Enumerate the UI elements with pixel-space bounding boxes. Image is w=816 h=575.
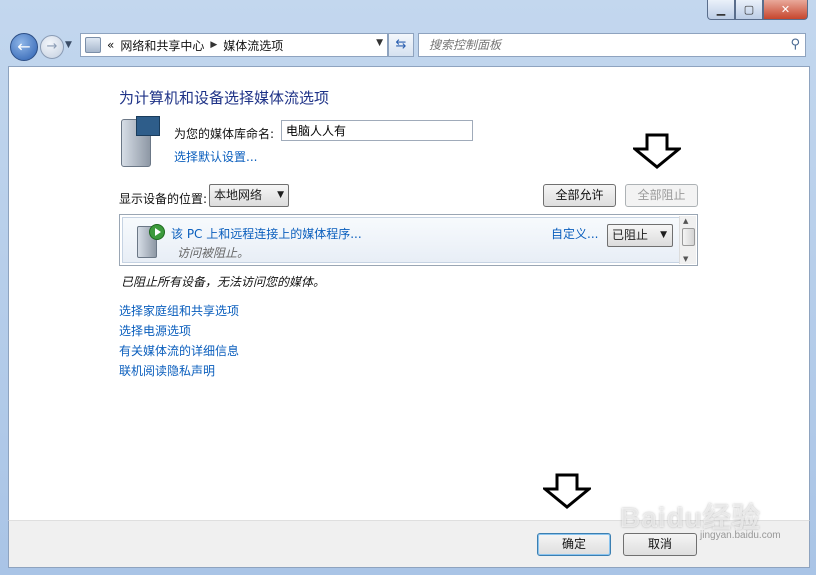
page-title: 为计算机和设备选择媒体流选项 xyxy=(119,89,330,107)
power-options-link[interactable]: 选择电源选项 xyxy=(119,321,239,341)
close-button[interactable]: ✕ xyxy=(763,0,808,20)
search-icon[interactable]: ⚲ xyxy=(790,37,800,52)
search-box[interactable]: ⚲ xyxy=(418,33,806,57)
device-status: 访问被阻止。 xyxy=(177,246,250,260)
chevron-down-icon: ▼ xyxy=(277,190,284,200)
location-label: 显示设备的位置: xyxy=(119,192,208,206)
breadcrumb-media-streaming[interactable]: 媒体流选项 xyxy=(223,37,283,54)
address-bar[interactable]: « 网络和共享中心 ▶ 媒体流选项 ▼ xyxy=(80,33,388,57)
media-streaming-info-link[interactable]: 有关媒体流的详细信息 xyxy=(119,341,239,361)
down-arrow-annotation-icon xyxy=(543,473,591,509)
breadcrumb-separator-icon[interactable]: ▶ xyxy=(210,40,217,50)
device-row[interactable]: 该 PC 上和远程连接上的媒体程序... 访问被阻止。 自定义... 已阻止 ▼ xyxy=(122,217,681,263)
library-name-input[interactable] xyxy=(281,120,473,141)
breadcrumb-prefix[interactable]: « xyxy=(107,38,114,52)
permission-select-value: 已阻止 xyxy=(612,228,649,242)
maximize-button[interactable]: ▢ xyxy=(735,0,763,20)
ok-button[interactable]: 确定 xyxy=(537,533,611,556)
customize-link[interactable]: 自定义... xyxy=(551,225,598,242)
blocked-notice: 已阻止所有设备，无法访问您的媒体。 xyxy=(121,275,326,289)
default-settings-link[interactable]: 选择默认设置... xyxy=(174,148,257,165)
privacy-statement-link[interactable]: 联机阅读隐私声明 xyxy=(119,361,239,381)
baidu-watermark-url: jingyan.baidu.com xyxy=(700,530,781,541)
block-all-button[interactable]: 全部阻止 xyxy=(625,184,698,207)
window: ▁ ▢ ✕ ← → ▼ « 网络和共享中心 ▶ 媒体流选项 ▼ ⇆ ⚲ 为计算机… xyxy=(0,0,816,575)
history-dropdown-icon[interactable]: ▼ xyxy=(65,40,72,50)
device-name-link[interactable]: 该 PC 上和远程连接上的媒体程序... xyxy=(171,225,362,242)
device-list-scrollbar[interactable]: ▲ ▼ xyxy=(679,216,696,264)
homegroup-sharing-link[interactable]: 选择家庭组和共享选项 xyxy=(119,301,239,321)
permission-select[interactable]: 已阻止 ▼ xyxy=(607,224,673,247)
library-name-label: 为您的媒体库命名: xyxy=(174,127,275,141)
refresh-icon[interactable]: ⇆ xyxy=(388,33,414,57)
related-links: 选择家庭组和共享选项 选择电源选项 有关媒体流的详细信息 联机阅读隐私声明 xyxy=(119,301,239,381)
caption-buttons: ▁ ▢ ✕ xyxy=(707,0,808,20)
location-select-value: 本地网络 xyxy=(214,188,263,202)
navigation-bar: ← → ▼ « 网络和共享中心 ▶ 媒体流选项 ▼ ⇆ ⚲ xyxy=(0,28,816,64)
device-list: 该 PC 上和远程连接上的媒体程序... 访问被阻止。 自定义... 已阻止 ▼… xyxy=(119,214,698,266)
forward-arrow-icon[interactable]: → xyxy=(40,35,64,59)
play-icon xyxy=(149,224,165,240)
address-dropdown-icon[interactable]: ▼ xyxy=(376,38,383,48)
minimize-button[interactable]: ▁ xyxy=(707,0,735,20)
down-arrow-annotation-icon xyxy=(633,133,681,169)
breadcrumb-network-sharing[interactable]: 网络和共享中心 xyxy=(120,37,204,54)
media-library-icon xyxy=(121,116,160,167)
content-pane: 为计算机和设备选择媒体流选项 为您的媒体库命名: 选择默认设置... 显示设备的… xyxy=(8,66,810,522)
scroll-up-icon[interactable]: ▲ xyxy=(683,217,688,225)
back-arrow-icon[interactable]: ← xyxy=(10,33,38,61)
search-input[interactable] xyxy=(427,34,781,56)
scroll-down-icon[interactable]: ▼ xyxy=(683,255,688,263)
location-select[interactable]: 本地网络 ▼ xyxy=(209,184,289,207)
chevron-down-icon: ▼ xyxy=(660,230,667,240)
allow-all-button[interactable]: 全部允许 xyxy=(543,184,616,207)
cancel-button[interactable]: 取消 xyxy=(623,533,697,556)
control-panel-icon xyxy=(85,37,101,53)
scroll-thumb[interactable] xyxy=(682,228,695,246)
